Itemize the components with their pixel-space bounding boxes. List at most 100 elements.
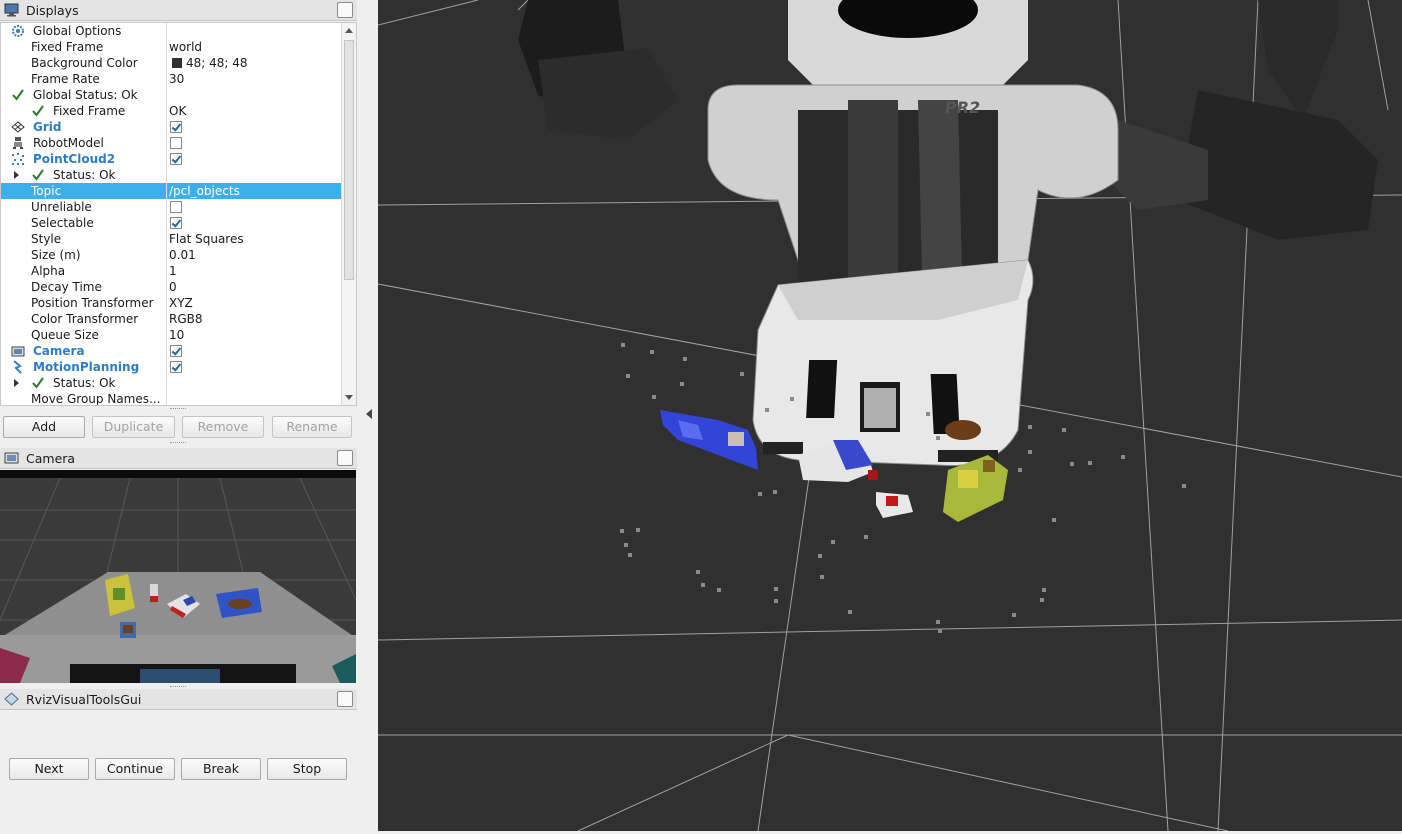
property-name-cell[interactable]: Global Options — [1, 23, 166, 39]
display-row[interactable]: Global Options — [1, 23, 342, 39]
property-name-cell[interactable]: Frame Rate — [1, 71, 166, 87]
display-row[interactable]: Color Transformer RGB8 — [1, 311, 342, 327]
camera-image-view[interactable] — [0, 470, 356, 683]
property-name-cell[interactable]: Camera — [1, 343, 166, 359]
enable-checkbox[interactable] — [170, 137, 182, 149]
display-row[interactable]: Style Flat Squares — [1, 231, 342, 247]
property-value-cell[interactable]: 48; 48; 48 — [166, 55, 342, 71]
collapse-dock-handle[interactable] — [363, 400, 375, 428]
rename-display-button[interactable]: Rename — [272, 416, 352, 438]
property-name-cell[interactable]: Decay Time — [1, 279, 166, 295]
property-name-cell[interactable]: Alpha — [1, 263, 166, 279]
display-row[interactable]: Topic/pcl_objects — [1, 183, 342, 199]
property-name-cell[interactable]: Size (m) — [1, 247, 166, 263]
display-row[interactable]: Background Color 48; 48; 48 — [1, 55, 342, 71]
break-button[interactable]: Break — [181, 758, 261, 780]
tree-scrollbar[interactable] — [341, 23, 356, 405]
enable-checkbox[interactable] — [170, 345, 182, 357]
stop-button[interactable]: Stop — [267, 758, 347, 780]
next-button[interactable]: Next — [9, 758, 89, 780]
property-value-cell[interactable]: /pcl_objects — [166, 183, 342, 199]
collapse-arrow-icon[interactable] — [366, 409, 372, 419]
property-value-cell[interactable]: Flat Squares — [166, 231, 342, 247]
enable-checkbox[interactable] — [170, 217, 182, 229]
display-row[interactable]: Alpha 1 — [1, 263, 342, 279]
expand-arrow-icon[interactable] — [14, 171, 19, 179]
property-value-cell[interactable] — [166, 23, 342, 39]
property-value-cell[interactable] — [166, 359, 342, 375]
display-row[interactable]: Status: Ok — [1, 167, 342, 183]
property-value-cell[interactable] — [166, 199, 342, 215]
property-name-cell[interactable]: Color Transformer — [1, 311, 166, 327]
property-value-cell[interactable] — [166, 135, 342, 151]
property-name-cell[interactable]: Selectable — [1, 215, 166, 231]
property-value-cell[interactable]: 0 — [166, 279, 342, 295]
duplicate-display-button[interactable]: Duplicate — [92, 416, 175, 438]
property-value-cell[interactable] — [166, 215, 342, 231]
enable-checkbox[interactable] — [170, 121, 182, 133]
property-name-cell[interactable]: Status: Ok — [1, 375, 166, 391]
property-name-cell[interactable]: Fixed Frame — [1, 103, 166, 119]
property-name-cell[interactable]: PointCloud2 — [1, 151, 166, 167]
display-row[interactable]: MotionPlanning — [1, 359, 342, 375]
display-row[interactable]: Grid — [1, 119, 342, 135]
display-row[interactable]: RobotModel — [1, 135, 342, 151]
expand-arrow-icon[interactable] — [14, 379, 19, 387]
splitter-grip[interactable] — [170, 442, 186, 445]
enable-checkbox[interactable] — [170, 361, 182, 373]
enable-checkbox[interactable] — [170, 153, 182, 165]
scroll-up-arrow-icon[interactable] — [345, 28, 353, 33]
scroll-down-arrow-icon[interactable] — [345, 395, 353, 400]
splitter-grip[interactable] — [170, 408, 186, 411]
remove-display-button[interactable]: Remove — [182, 416, 264, 438]
display-row[interactable]: Position Transformer XYZ — [1, 295, 342, 311]
scroll-thumb[interactable] — [344, 40, 354, 280]
display-row[interactable]: Global Status: Ok — [1, 87, 342, 103]
property-name-cell[interactable]: Global Status: Ok — [1, 87, 166, 103]
display-row[interactable]: Size (m) 0.01 — [1, 247, 342, 263]
display-row[interactable]: Unreliable — [1, 199, 342, 215]
display-row[interactable]: Queue Size 10 — [1, 327, 342, 343]
displays-tree[interactable]: Global Options Fixed Frame world Background… — [0, 22, 357, 406]
property-value-cell[interactable]: RGB8 — [166, 311, 342, 327]
property-name-cell[interactable]: Queue Size — [1, 327, 166, 343]
property-name-cell[interactable]: Fixed Frame — [1, 39, 166, 55]
property-name-cell[interactable]: Position Transformer — [1, 295, 166, 311]
property-value-cell[interactable] — [166, 343, 342, 359]
add-display-button[interactable]: Add — [3, 416, 85, 438]
property-value-cell[interactable] — [166, 151, 342, 167]
property-name-cell[interactable]: RobotModel — [1, 135, 166, 151]
property-name-cell[interactable]: Grid — [1, 119, 166, 135]
display-row[interactable]: Camera — [1, 343, 342, 359]
display-row[interactable]: Fixed Frame OK — [1, 103, 342, 119]
property-value-cell[interactable]: 10 — [166, 327, 342, 343]
float-panel-button[interactable] — [337, 691, 353, 707]
float-panel-button[interactable] — [337, 450, 353, 466]
property-value-cell[interactable]: XYZ — [166, 295, 342, 311]
display-row[interactable]: Move Group Names... — [1, 391, 342, 405]
property-name-cell[interactable]: Move Group Names... — [1, 391, 166, 405]
property-value-cell[interactable]: 1 — [166, 263, 342, 279]
enable-checkbox[interactable] — [170, 201, 182, 213]
property-value-cell[interactable] — [166, 119, 342, 135]
property-value-cell[interactable] — [166, 87, 342, 103]
3d-render-view[interactable]: PR2 — [378, 0, 1402, 831]
property-name-cell[interactable]: Unreliable — [1, 199, 166, 215]
property-name-cell[interactable]: Topic — [1, 183, 166, 199]
float-panel-button[interactable] — [337, 2, 353, 18]
property-value-cell[interactable]: OK — [166, 103, 342, 119]
property-name-cell[interactable]: Background Color — [1, 55, 166, 71]
continue-button[interactable]: Continue — [95, 758, 175, 780]
property-name-cell[interactable]: MotionPlanning — [1, 359, 166, 375]
display-row[interactable]: Status: Ok — [1, 375, 342, 391]
display-row[interactable]: Selectable — [1, 215, 342, 231]
property-value-cell[interactable]: 0.01 — [166, 247, 342, 263]
display-row[interactable]: PointCloud2 — [1, 151, 342, 167]
property-name-cell[interactable]: Status: Ok — [1, 167, 166, 183]
property-name-cell[interactable]: Style — [1, 231, 166, 247]
color-swatch[interactable] — [172, 58, 182, 68]
display-row[interactable]: Frame Rate 30 — [1, 71, 342, 87]
property-value-cell[interactable] — [166, 375, 342, 391]
property-value-cell[interactable] — [166, 391, 342, 405]
property-value-cell[interactable]: world — [166, 39, 342, 55]
